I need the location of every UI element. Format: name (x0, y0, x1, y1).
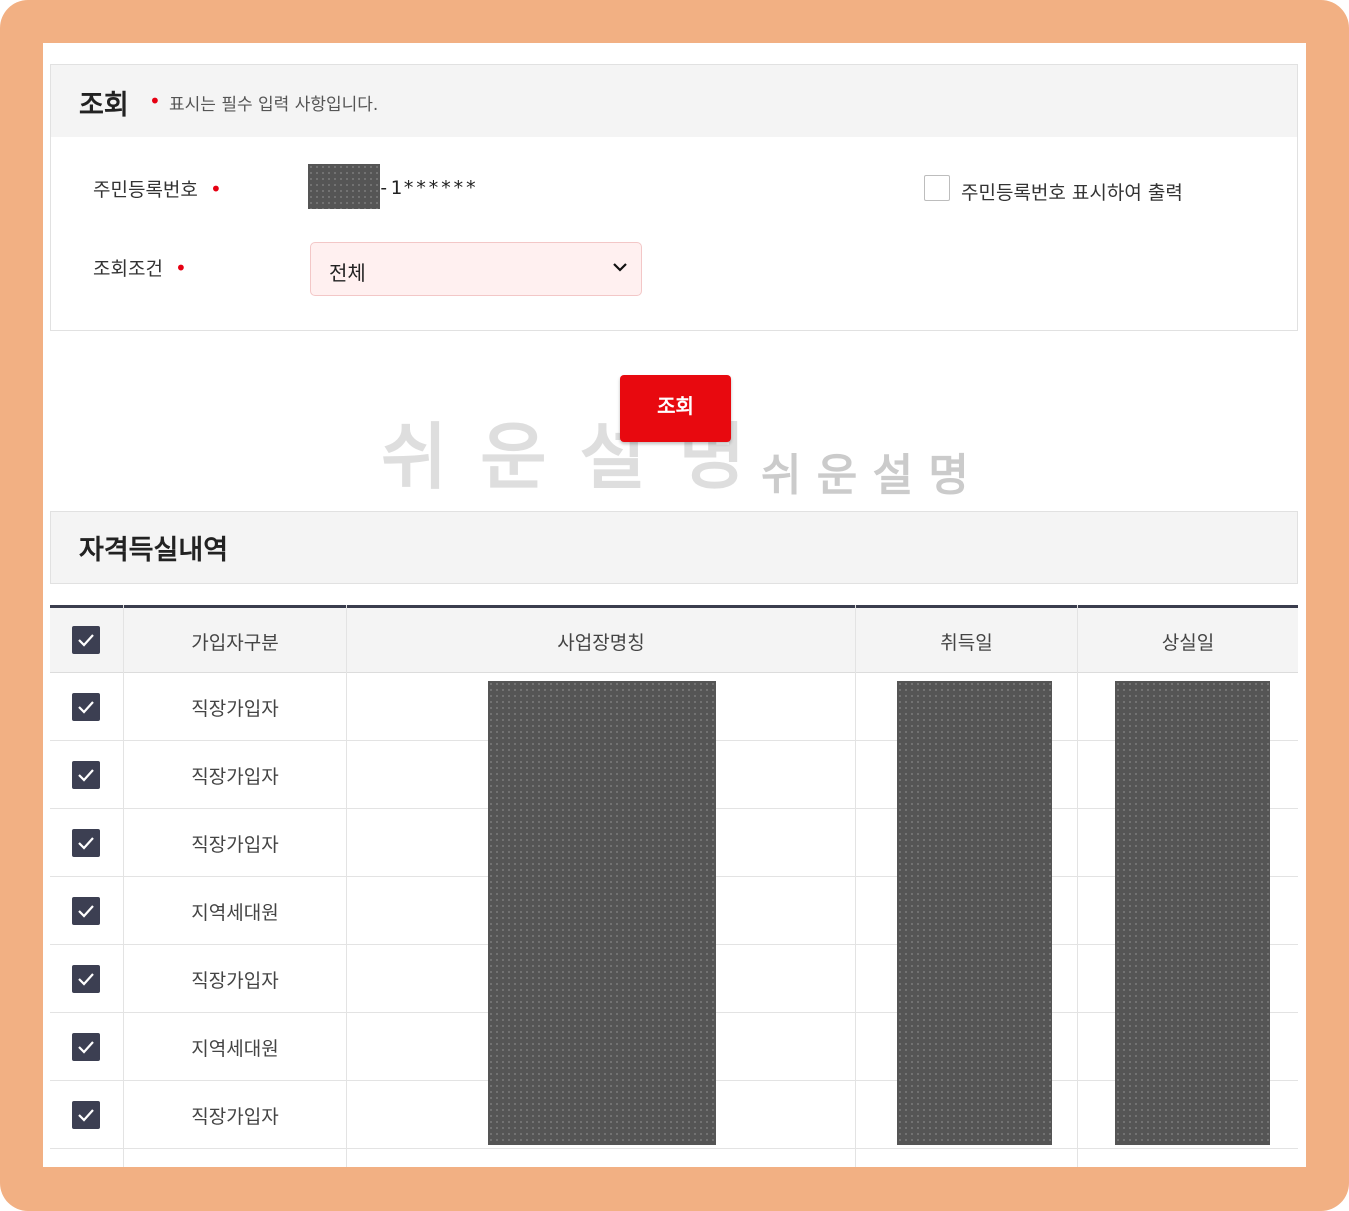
rrn-display-checkbox[interactable] (924, 175, 950, 201)
row-checkbox[interactable] (72, 1033, 100, 1061)
check-icon (78, 973, 94, 986)
check-icon (78, 837, 94, 850)
row-checkbox[interactable] (72, 693, 100, 721)
watermark-small: 쉬 운 설 명 (761, 450, 969, 501)
condition-select[interactable]: 전체 (310, 242, 642, 296)
member-type-cell: 직장가입자 (191, 1106, 279, 1128)
rrn-label: 주민등록번호 • (93, 175, 222, 202)
member-type-cell: 직장가입자 (191, 970, 279, 992)
member-type-cell: 직장가입자 (191, 834, 279, 856)
column-divider (1077, 605, 1078, 1167)
row-checkbox[interactable] (72, 829, 100, 857)
search-button[interactable]: 조회 (620, 375, 731, 442)
required-marker: • (149, 89, 161, 113)
member-type-cell: 직장가입자 (191, 698, 279, 720)
column-divider (123, 605, 124, 1167)
required-note: 표시는 필수 입력 사항입니다. (169, 95, 379, 115)
condition-label: 조회조건 • (93, 254, 187, 281)
rrn-value: -1****** (378, 177, 478, 199)
check-icon (78, 769, 94, 782)
header-member-type: 가입자구분 (191, 632, 279, 654)
check-icon (78, 905, 94, 918)
required-marker: • (209, 177, 222, 201)
loss-date-redacted (1115, 681, 1270, 1145)
header-acquisition-date: 취득일 (940, 632, 993, 654)
inquiry-section-header: 조회 • 표시는 필수 입력 사항입니다. (50, 64, 1298, 138)
rrn-redacted (308, 164, 380, 209)
header-workplace-name: 사업장명칭 (557, 632, 645, 654)
chevron-down-icon (613, 257, 627, 276)
row-checkbox[interactable] (72, 1101, 100, 1129)
column-divider (855, 605, 856, 1167)
row-checkbox[interactable] (72, 965, 100, 993)
check-icon (78, 1109, 94, 1122)
acquisition-date-redacted (897, 681, 1052, 1145)
check-icon (78, 1041, 94, 1054)
table-header-row: 가입자구분 사업장명칭 취득일 상실일 (50, 608, 1298, 673)
member-type-cell: 지역세대원 (191, 902, 279, 924)
condition-selected-value: 전체 (329, 261, 366, 285)
workplace-name-redacted (488, 681, 716, 1145)
member-type-cell: 직장가입자 (191, 766, 279, 788)
check-icon (78, 634, 94, 647)
inquiry-title: 조회 (79, 90, 129, 121)
member-type-cell: 지역세대원 (191, 1038, 279, 1060)
select-all-checkbox[interactable] (72, 626, 100, 654)
check-icon (78, 701, 94, 714)
table-row-partial (50, 1149, 1298, 1167)
rrn-label-text: 주민등록번호 (93, 179, 198, 201)
screenshot-frame: 조회 • 표시는 필수 입력 사항입니다. 주민등록번호 • -1****** … (0, 0, 1349, 1211)
inquiry-form (50, 137, 1298, 331)
history-section-header: 자격득실내역 (50, 511, 1298, 584)
page-content: 조회 • 표시는 필수 입력 사항입니다. 주민등록번호 • -1****** … (43, 43, 1306, 1167)
row-checkbox[interactable] (72, 761, 100, 789)
column-divider (346, 605, 347, 1167)
condition-label-text: 조회조건 (93, 258, 163, 280)
history-table: 가입자구분 사업장명칭 취득일 상실일 직장가입자 직장가입자 직장가입자 지역세대원… (50, 605, 1298, 1167)
history-title: 자격득실내역 (79, 535, 229, 566)
header-loss-date: 상실일 (1161, 632, 1215, 654)
rrn-display-checkbox-label[interactable]: 주민등록번호 표시하여 출력 (961, 178, 1183, 205)
row-checkbox[interactable] (72, 897, 100, 925)
required-marker: • (174, 256, 187, 280)
